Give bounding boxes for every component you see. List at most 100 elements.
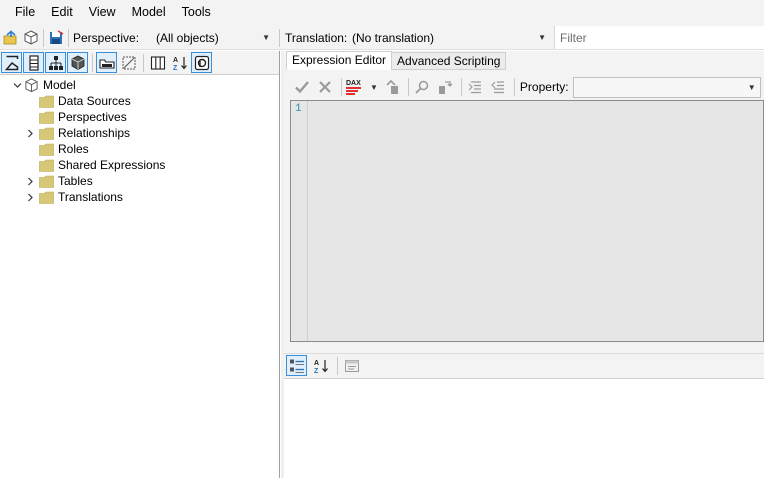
folder-view-icon — [98, 58, 115, 69]
chevron-down-icon[interactable]: ▼ — [370, 83, 378, 92]
sort-alphabetically-button[interactable]: AZ — [169, 52, 190, 73]
chevron-right-icon[interactable] — [22, 173, 38, 189]
deploy-object-icon — [386, 79, 398, 94]
perspective-label: Perspective: — [73, 30, 140, 45]
svg-text:Z: Z — [173, 65, 178, 71]
toolbar-separator — [460, 78, 462, 96]
tree-node-label: Shared Expressions — [58, 158, 166, 172]
tree-node-translations[interactable]: Translations — [0, 189, 279, 205]
line-number-gutter: 1 — [291, 101, 308, 341]
toolbar-separator — [43, 28, 44, 47]
toolbar-separator — [337, 356, 338, 375]
tab-expression-editor[interactable]: Expression Editor — [286, 51, 393, 70]
tree-node-roles[interactable]: Roles — [0, 141, 279, 157]
sigma-icon — [4, 55, 18, 70]
tab-advanced-scripting[interactable]: Advanced Scripting — [391, 52, 507, 70]
menu-bar: File Edit View Model Tools — [0, 0, 764, 25]
tree-node-label: Translations — [58, 190, 123, 204]
tree-node-tables[interactable]: Tables — [0, 173, 279, 189]
accept-button[interactable] — [292, 77, 312, 97]
filter-input[interactable] — [555, 26, 764, 49]
cancel-button[interactable] — [315, 77, 335, 97]
properties-grid[interactable] — [284, 378, 764, 478]
menu-model[interactable]: Model — [124, 0, 174, 25]
menu-view[interactable]: View — [81, 0, 124, 25]
filter-box — [554, 26, 764, 49]
menu-tools[interactable]: Tools — [174, 0, 219, 25]
folder-icon — [38, 125, 54, 141]
translation-dropdown[interactable]: (No translation) ▼ — [352, 25, 548, 50]
tree-node-label: Perspectives — [58, 110, 127, 124]
toolbar-separator — [143, 53, 144, 72]
tree-node-shared-expressions[interactable]: Shared Expressions — [0, 157, 279, 173]
tree-expander-empty — [26, 109, 38, 125]
check-icon — [295, 81, 309, 94]
translation-label: Translation: — [285, 30, 348, 45]
tree-toolbar: AZ — [0, 51, 279, 75]
show-all-columns-button[interactable] — [147, 52, 168, 73]
folder-icon — [38, 141, 54, 157]
deploy-icon[interactable] — [22, 29, 40, 47]
find-button[interactable] — [412, 77, 432, 97]
deploy-object-button[interactable] — [382, 77, 402, 97]
toolbar-separator — [513, 78, 515, 96]
show-hidden-button[interactable] — [118, 52, 139, 73]
tree-node-data-sources[interactable]: Data Sources — [0, 93, 279, 109]
chevron-down-icon[interactable] — [11, 77, 23, 93]
sort-az-icon: AZ — [314, 359, 328, 374]
toolbar-separator — [407, 78, 409, 96]
model-cube-icon — [23, 77, 39, 93]
replace-icon — [438, 81, 453, 94]
menu-edit[interactable]: Edit — [43, 0, 81, 25]
display-folders-button[interactable] — [96, 52, 117, 73]
tree-node-model[interactable]: Model — [0, 77, 279, 93]
search-icon — [415, 80, 429, 94]
chevron-down-icon: ▼ — [538, 33, 546, 42]
categorized-icon — [289, 359, 304, 373]
show-info-columns-button[interactable] — [191, 52, 212, 73]
property-pages-icon — [344, 359, 359, 372]
property-dropdown[interactable]: ▼ — [572, 76, 761, 98]
show-columns-button[interactable] — [23, 52, 44, 73]
translation-value: (No translation) — [352, 30, 435, 45]
hierarchy-icon — [48, 55, 63, 70]
uncomment-button[interactable] — [488, 77, 508, 97]
expression-editor[interactable]: 1 — [290, 100, 764, 342]
tree-node-label: Data Sources — [58, 94, 131, 108]
tree-node-perspectives[interactable]: Perspectives — [0, 109, 279, 125]
toolbar-separator — [341, 78, 342, 96]
perspective-dropdown[interactable]: (All objects) ▼ — [156, 25, 272, 50]
alphabetical-button[interactable]: AZ — [310, 355, 331, 376]
chevron-right-icon[interactable] — [22, 125, 38, 141]
info-columns-icon — [194, 55, 209, 70]
show-measures-button[interactable] — [1, 52, 22, 73]
sort-az-icon: AZ — [173, 56, 187, 71]
save-icon[interactable] — [47, 29, 65, 47]
comment-button[interactable] — [465, 77, 485, 97]
uncomment-lines-icon — [491, 81, 504, 94]
show-hierarchies-button[interactable] — [45, 52, 66, 73]
editor-tabs: Expression Editor Advanced Scripting — [286, 51, 507, 70]
cube-icon — [71, 55, 84, 70]
chevron-right-icon[interactable] — [22, 189, 38, 205]
folder-icon — [38, 93, 54, 109]
format-dax-button[interactable]: DAX — [345, 77, 367, 97]
tom-explorer-panel: AZ Model Data Sources Perspectives Relat… — [0, 51, 280, 478]
column-icon — [28, 54, 39, 71]
dax-label: DAX — [346, 80, 361, 87]
tree-expander-empty — [26, 93, 38, 109]
tree-node-label: Model — [43, 78, 76, 92]
categorized-button[interactable] — [286, 355, 307, 376]
menu-file[interactable]: File — [7, 0, 43, 25]
property-pages-button[interactable] — [341, 355, 362, 376]
perspective-value: (All objects) — [156, 30, 219, 45]
folder-icon — [38, 157, 54, 173]
tree-node-relationships[interactable]: Relationships — [0, 125, 279, 141]
replace-button[interactable] — [435, 77, 455, 97]
svg-text:A: A — [173, 57, 178, 64]
open-model-icon[interactable] — [2, 29, 20, 47]
tree-node-label: Tables — [58, 174, 93, 188]
property-label: Property: — [519, 80, 569, 94]
show-partitions-button[interactable] — [67, 52, 88, 73]
tree-expander-empty — [26, 141, 38, 157]
